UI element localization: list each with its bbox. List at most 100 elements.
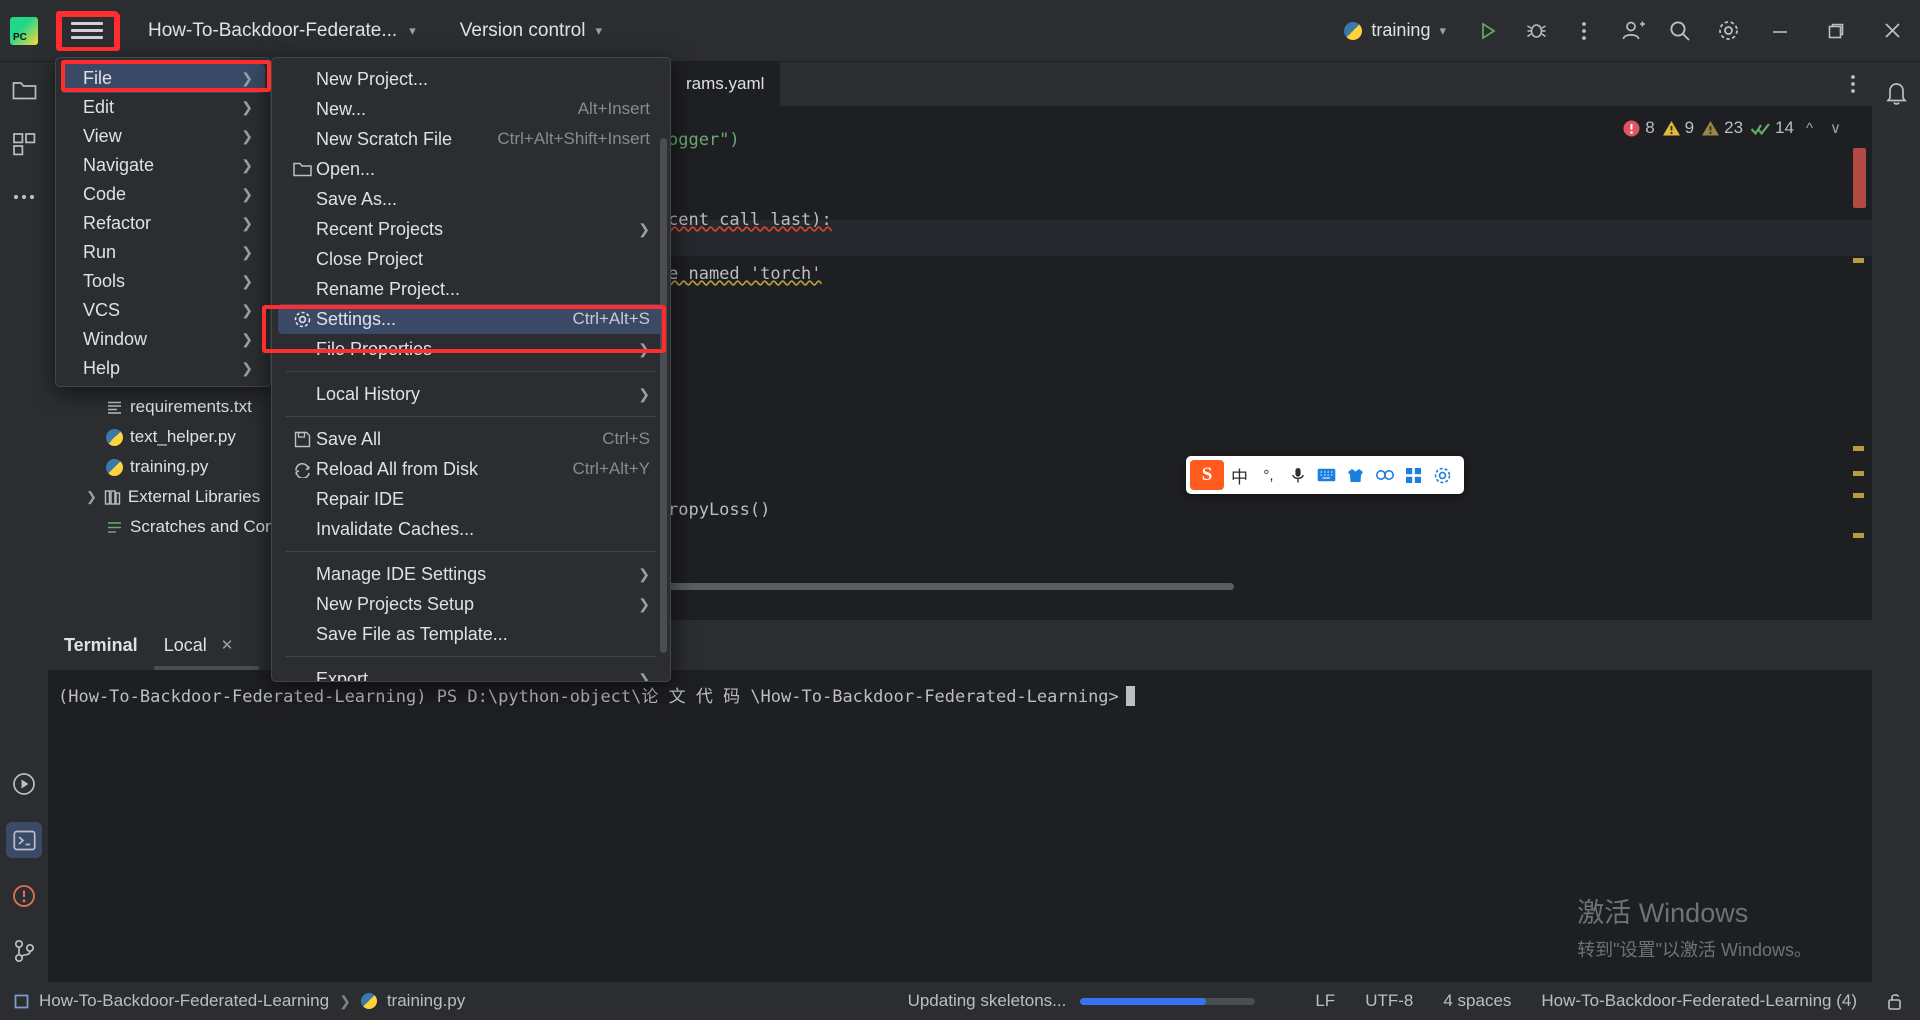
terminal-prompt: (How-To-Backdoor-Federated-Learning) PS … [58, 687, 1119, 707]
link-icon[interactable] [1371, 460, 1398, 490]
editor-marker-warning[interactable] [1853, 446, 1864, 451]
menu-item-run[interactable]: Run ❯ [61, 238, 265, 267]
grid-icon[interactable] [1400, 460, 1427, 490]
file-menu-new-projects-setup[interactable]: New Projects Setup ❯ [278, 589, 664, 619]
menu-item-help[interactable]: Help ❯ [61, 354, 265, 383]
file-menu-new-project[interactable]: New Project... [278, 64, 664, 94]
code-row: ropyLoss() [668, 500, 832, 536]
editor-marker-warning[interactable] [1853, 258, 1864, 263]
ime-punctuation-button[interactable]: °, [1255, 460, 1282, 490]
file-menu-repair-ide[interactable]: Repair IDE [278, 484, 664, 514]
editor-options-button[interactable] [1850, 73, 1856, 95]
maximize-button[interactable] [1808, 0, 1864, 62]
more-actions-button[interactable] [1560, 0, 1608, 62]
python-file-icon [360, 993, 377, 1009]
editor-tab[interactable]: rams.yaml [670, 62, 781, 106]
close-button[interactable] [1864, 0, 1920, 62]
file-menu-new-scratch-file[interactable]: New Scratch File Ctrl+Alt+Shift+Insert [278, 124, 664, 154]
menu-item-tools[interactable]: Tools ❯ [61, 267, 265, 296]
file-menu-save-as[interactable]: Save As... [278, 184, 664, 214]
unlocked-icon[interactable] [1887, 992, 1904, 1011]
ime-language-button[interactable]: 中 [1226, 460, 1253, 490]
menu-item-file[interactable]: File ❯ [61, 64, 265, 93]
file-menu-export[interactable]: Export ❯ [278, 664, 664, 682]
project-tool-button[interactable] [7, 74, 41, 106]
menu-label: Save All [316, 428, 382, 449]
menu-item-refactor[interactable]: Refactor ❯ [61, 209, 265, 238]
menu-item-view[interactable]: View ❯ [61, 122, 265, 151]
warning-badge[interactable]: 9 [1662, 118, 1694, 138]
previous-issue-button[interactable]: ^ [1801, 120, 1818, 137]
mic-icon[interactable] [1284, 460, 1311, 490]
file-menu-invalidate-caches[interactable]: Invalidate Caches... [278, 514, 664, 544]
notifications-button[interactable] [1879, 76, 1913, 110]
chevron-right-icon: ❯ [241, 99, 253, 115]
search-button[interactable] [1656, 0, 1704, 62]
run-button[interactable] [1464, 0, 1512, 62]
next-issue-button[interactable]: ∨ [1825, 119, 1846, 137]
main-menu-popup: File ❯ Edit ❯ View ❯ Navigate ❯ Code ❯ R… [55, 57, 271, 387]
run-tool-button[interactable] [7, 768, 41, 800]
file-menu-open[interactable]: Open... [278, 154, 664, 184]
editor-marker-warning[interactable] [1853, 493, 1864, 498]
debug-button[interactable] [1512, 0, 1560, 62]
problems-tool-button[interactable] [7, 880, 41, 912]
tree-item-external-libraries[interactable]: ❯ External Libraries [48, 482, 280, 512]
keyboard-icon[interactable] [1313, 460, 1340, 490]
run-configuration-selector[interactable]: training ▾ [1334, 15, 1456, 46]
breadcrumb-project[interactable]: How-To-Backdoor-Federated-Learning [39, 991, 329, 1011]
checks-badge[interactable]: 14 [1750, 118, 1794, 138]
indent-widget[interactable]: 4 spaces [1443, 991, 1511, 1011]
breadcrumb-file[interactable]: training.py [387, 991, 465, 1011]
editor-scrollbar-thumb[interactable] [1853, 148, 1866, 208]
editor-marker-warning[interactable] [1853, 471, 1864, 476]
progress-indicator[interactable]: Updating skeletons... [908, 991, 1256, 1011]
account-button[interactable] [1608, 0, 1656, 62]
shirt-icon[interactable] [1342, 460, 1369, 490]
weak-warning-badge[interactable]: 23 [1701, 118, 1743, 138]
tree-item-text-helper[interactable]: text_helper.py [48, 422, 280, 452]
chevron-right-icon[interactable]: ❯ [86, 489, 97, 505]
file-menu-settings[interactable]: Settings... Ctrl+Alt+S [278, 304, 664, 334]
ime-settings-icon[interactable] [1429, 460, 1456, 490]
sogou-logo-icon[interactable]: S [1190, 460, 1224, 490]
version-control-tool-button[interactable] [7, 934, 41, 968]
menu-item-vcs[interactable]: VCS ❯ [61, 296, 265, 325]
more-tool-windows-button[interactable] [7, 182, 41, 212]
structure-tool-button[interactable] [7, 128, 41, 160]
file-menu-save-file-as-template[interactable]: Save File as Template... [278, 619, 664, 649]
file-menu-close-project[interactable]: Close Project [278, 244, 664, 274]
tree-item-training[interactable]: training.py [48, 452, 280, 482]
file-menu-file-properties[interactable]: File Properties ❯ [278, 334, 664, 364]
ime-toolbar[interactable]: S 中 °, [1186, 456, 1464, 494]
interpreter-widget[interactable]: How-To-Backdoor-Federated-Learning (4) [1541, 991, 1857, 1011]
version-control-dropdown[interactable]: Version control ▾ [452, 16, 610, 46]
terminal-local-tab[interactable]: Local ✕ [153, 635, 259, 670]
file-menu-rename-project[interactable]: Rename Project... [278, 274, 664, 304]
close-icon[interactable]: ✕ [221, 636, 234, 654]
terminal-tool-button[interactable] [6, 822, 42, 858]
file-menu-local-history[interactable]: Local History ❯ [278, 379, 664, 409]
editor-marker-warning[interactable] [1853, 533, 1864, 538]
settings-button[interactable] [1704, 0, 1752, 62]
file-menu-save-all[interactable]: Save All Ctrl+S [278, 424, 664, 454]
tree-item-scratches[interactable]: Scratches and Consc [48, 512, 292, 542]
project-name-dropdown[interactable]: How-To-Backdoor-Federate... ▾ [140, 16, 424, 46]
file-menu-recent-projects[interactable]: Recent Projects ❯ [278, 214, 664, 244]
menu-item-edit[interactable]: Edit ❯ [61, 93, 265, 122]
file-menu-reload-all-from-disk[interactable]: Reload All from Disk Ctrl+Alt+Y [278, 454, 664, 484]
python-icon [1344, 21, 1363, 40]
minimize-button[interactable] [1752, 0, 1808, 62]
menu-item-window[interactable]: Window ❯ [61, 325, 265, 354]
menu-item-navigate[interactable]: Navigate ❯ [61, 151, 265, 180]
encoding-widget[interactable]: UTF-8 [1365, 991, 1413, 1011]
tree-item-requirements[interactable]: requirements.txt [48, 392, 280, 422]
main-menu-hamburger-button[interactable] [56, 10, 118, 51]
file-menu-manage-ide-settings[interactable]: Manage IDE Settings ❯ [278, 559, 664, 589]
line-separator-widget[interactable]: LF [1315, 991, 1335, 1011]
file-menu-new[interactable]: New... Alt+Insert [278, 94, 664, 124]
file-menu-scrollbar[interactable] [660, 138, 667, 653]
error-badge[interactable]: 8 [1622, 118, 1655, 138]
menu-item-code[interactable]: Code ❯ [61, 180, 265, 209]
inspection-widget[interactable]: 8 9 23 14 ^ ∨ [1622, 108, 1846, 148]
